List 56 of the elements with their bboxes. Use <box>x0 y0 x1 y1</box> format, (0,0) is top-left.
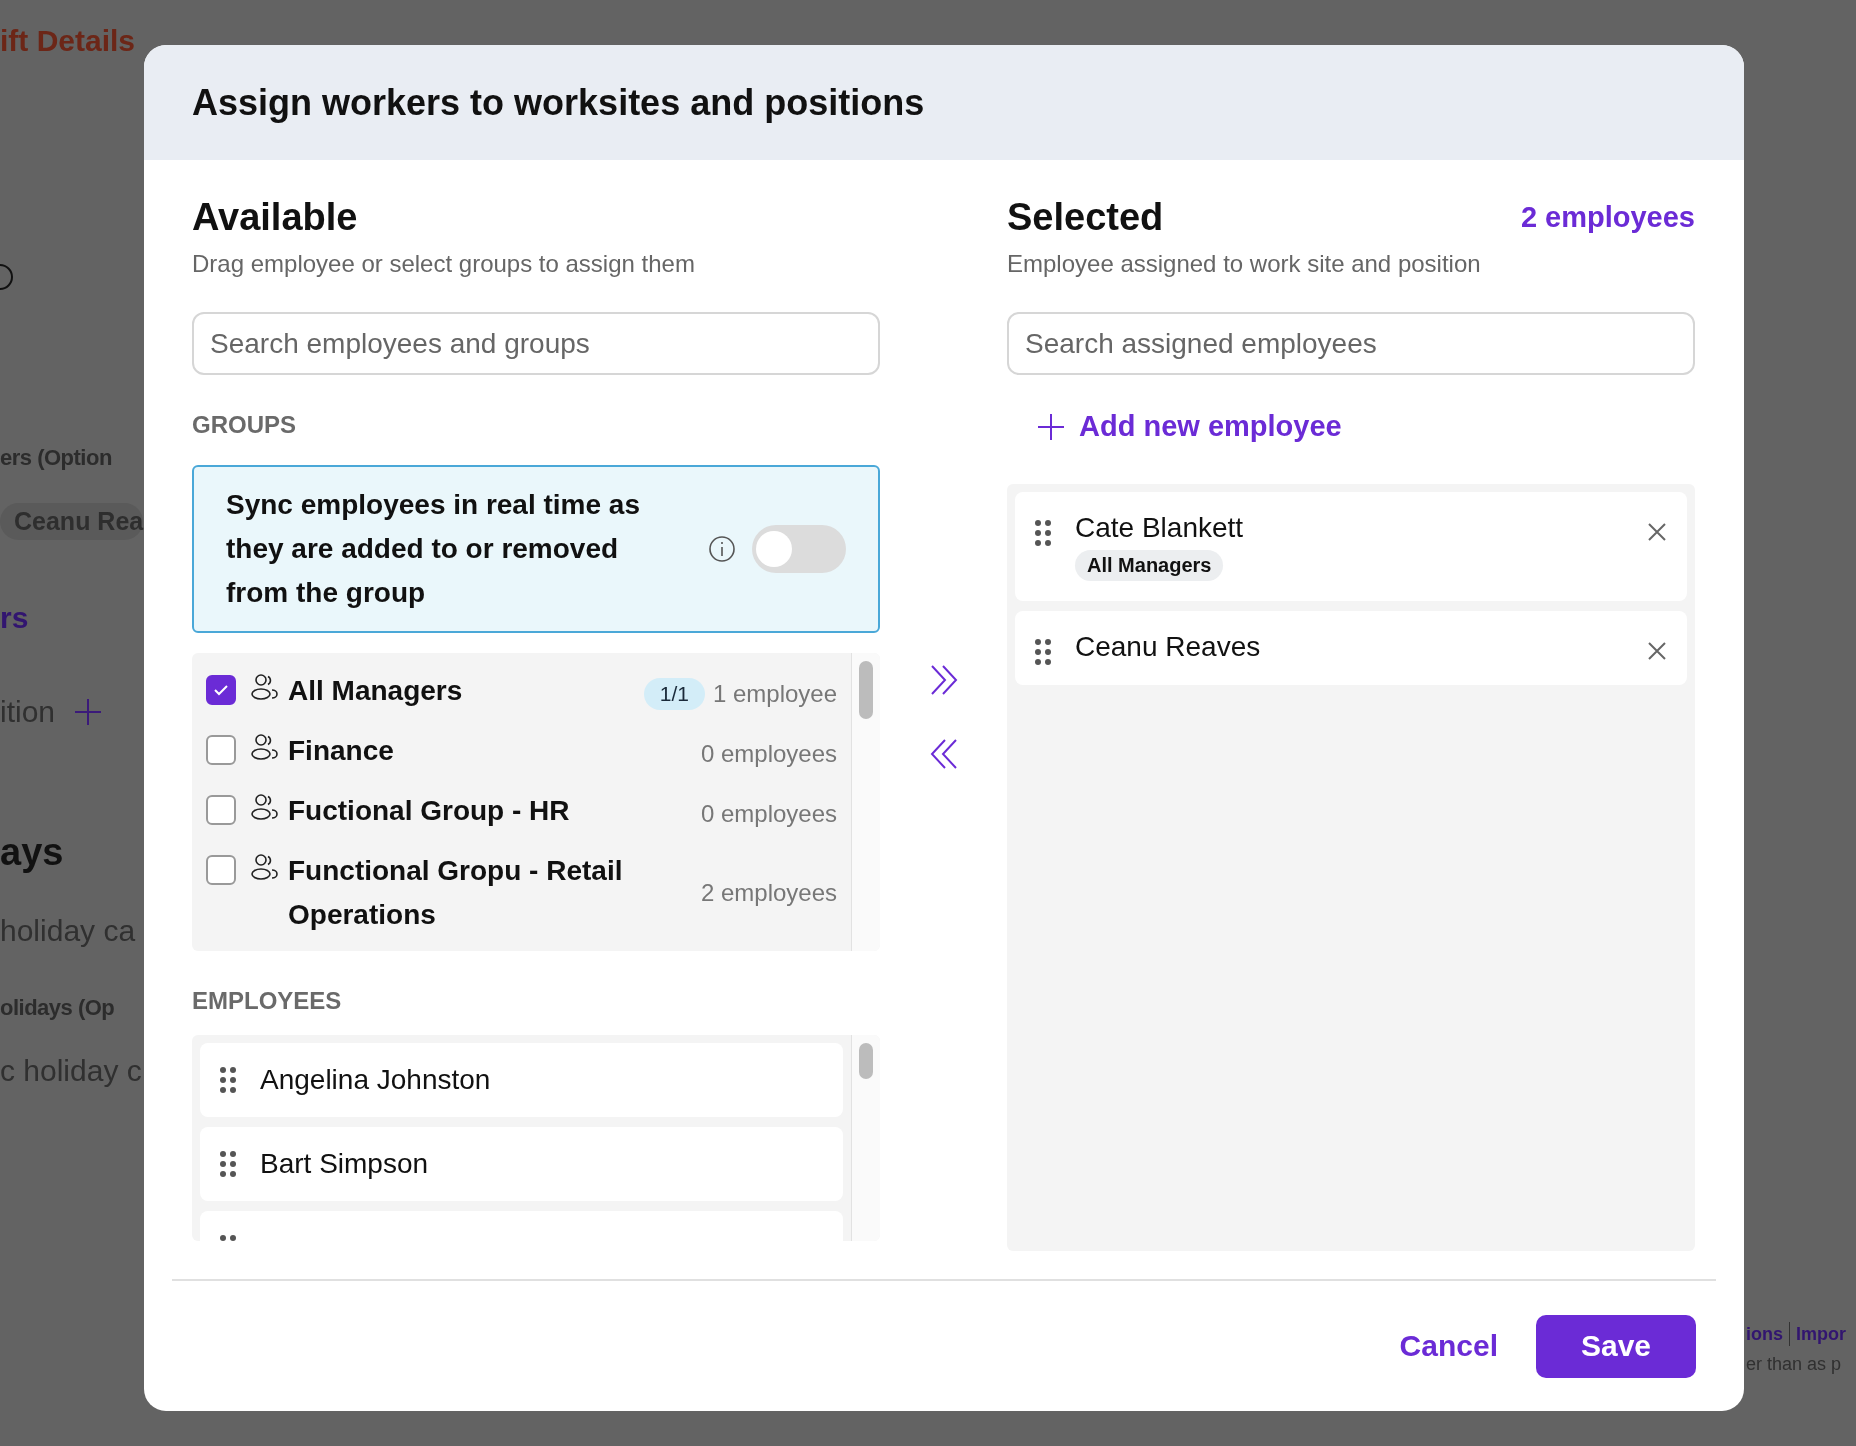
panel-subtitle: Drag employee or select groups to assign them <box>192 250 696 278</box>
cancel-button[interactable]: Cancel <box>1389 1319 1508 1373</box>
close-icon[interactable] <box>1647 522 1667 542</box>
dialog-title: Assign workers to worksites and positions <box>192 81 925 124</box>
people-icon <box>250 853 278 881</box>
drag-handle-icon[interactable] <box>220 1151 236 1177</box>
employee-count: 0 employees <box>700 740 837 768</box>
employee-card[interactable]: Bart Simpson <box>200 1127 843 1201</box>
employee-count: 1 employee <box>712 680 837 708</box>
close-icon[interactable] <box>1647 641 1667 661</box>
group-name: Finance <box>288 734 395 768</box>
selected-count: 2 employees <box>1520 200 1695 234</box>
checkbox[interactable] <box>206 855 236 885</box>
people-icon <box>250 733 278 761</box>
group-name: All Managers <box>288 674 464 708</box>
move-left-icon[interactable] <box>928 738 959 770</box>
save-button[interactable]: Save <box>1536 1314 1696 1378</box>
info-icon[interactable] <box>708 535 736 563</box>
toggle-switch[interactable] <box>752 525 846 573</box>
checkbox[interactable] <box>206 795 236 825</box>
count-badge: 1/1 <box>643 678 705 710</box>
panel-title: Available <box>192 195 359 240</box>
section-label: EMPLOYEES <box>192 987 343 1015</box>
employee-name: Ceanu Reaves <box>1075 631 1261 663</box>
employee-name: Cate Blankett <box>1075 512 1244 544</box>
employee-count: 0 employees <box>700 800 837 828</box>
checkbox[interactable] <box>206 675 236 705</box>
employee-name: Angelina Johnston <box>260 1064 491 1096</box>
add-employee-button[interactable]: Add new employee <box>1007 409 1348 444</box>
move-right-icon[interactable] <box>928 664 959 696</box>
group-name: Fuctional Group - HR <box>288 794 571 828</box>
drag-handle-icon[interactable] <box>1035 639 1051 665</box>
employee-card[interactable]: Angelina Johnston <box>200 1043 843 1117</box>
panel-title: Selected <box>1007 195 1164 240</box>
checkbox[interactable] <box>206 735 236 765</box>
employee-card[interactable]: Cate Blankett All Managers <box>1015 492 1687 601</box>
scrollbar[interactable] <box>851 653 880 951</box>
group-name: Functional Gropu - Retail Operations <box>288 854 624 932</box>
sync-text: Sync employees in real time as they are added to or removed from the group <box>226 488 641 610</box>
group-tag: All Managers <box>1075 550 1224 581</box>
section-label: olidays (Op <box>0 995 115 1021</box>
employee-card[interactable]: Ceanu Reaves <box>1015 611 1687 685</box>
people-icon <box>250 793 278 821</box>
drag-handle-icon[interactable] <box>1035 520 1051 546</box>
panel-subtitle: Employee assigned to work site and position <box>1007 250 1482 278</box>
page-title: ift Details <box>0 24 136 58</box>
scrollbar[interactable] <box>851 1035 880 1241</box>
drag-handle-icon[interactable] <box>220 1067 236 1093</box>
section-label: GROUPS <box>192 411 297 439</box>
search-field[interactable]: Search assigned employees <box>1007 312 1695 375</box>
employee-name: Bart Simpson <box>260 1148 429 1180</box>
plus-icon <box>1037 412 1065 441</box>
people-icon <box>250 673 278 701</box>
search-field[interactable]: Search employees and groups <box>192 312 880 375</box>
section-title: ays <box>0 830 64 874</box>
employee-count: 2 employees <box>700 879 837 907</box>
